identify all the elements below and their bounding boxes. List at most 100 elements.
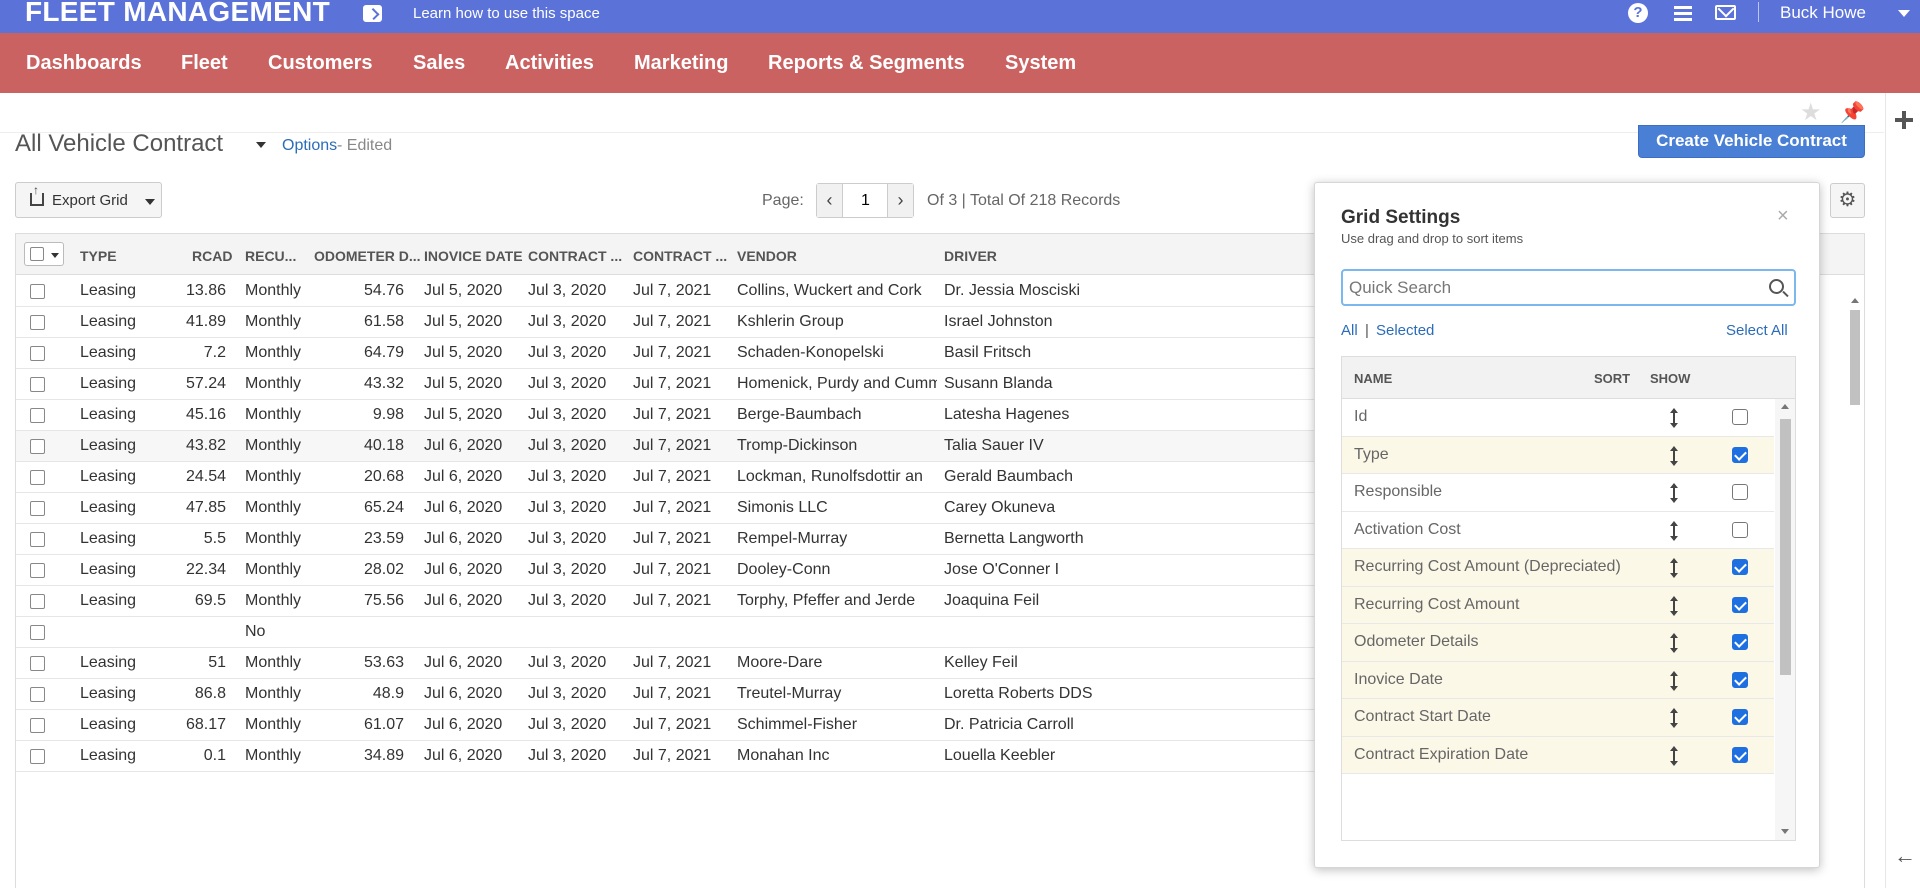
row-checkbox[interactable] <box>30 749 45 764</box>
options-link[interactable]: Options <box>282 137 337 155</box>
settings-column-item[interactable]: Odometer Details <box>1342 624 1774 662</box>
filter-all-link[interactable]: All <box>1341 322 1358 339</box>
nav-activities[interactable]: Activities <box>505 52 594 75</box>
settings-column-item[interactable]: Type <box>1342 436 1774 474</box>
pin-icon[interactable]: 📌 <box>1840 100 1865 125</box>
row-checkbox[interactable] <box>30 625 45 640</box>
external-link-icon[interactable] <box>363 5 382 22</box>
drag-sort-icon[interactable] <box>1667 483 1681 503</box>
back-arrow-icon[interactable]: ← <box>1894 843 1916 869</box>
settings-column-item[interactable]: Contract Expiration Date <box>1342 736 1774 774</box>
prev-page-button[interactable]: ‹ <box>817 184 843 217</box>
export-grid-button[interactable]: Export Grid <box>15 182 162 218</box>
mail-icon[interactable] <box>1715 5 1736 20</box>
row-checkbox[interactable] <box>30 377 45 392</box>
plus-icon[interactable] <box>1895 111 1913 129</box>
show-checkbox[interactable] <box>1732 634 1748 650</box>
table-row[interactable]: Leasing 5.5 Monthly 23.59 Jul 6, 2020 Jul 3, … <box>16 524 1316 555</box>
table-row[interactable]: No <box>16 617 1316 648</box>
settings-column-item[interactable]: Activation Cost <box>1342 512 1774 549</box>
user-menu[interactable]: Buck Howe <box>1780 3 1866 23</box>
grid-scrollbar[interactable] <box>1848 298 1862 888</box>
settings-column-item[interactable]: Responsible <box>1342 474 1774 512</box>
nav-sales[interactable]: Sales <box>413 52 465 75</box>
nav-reports-segments[interactable]: Reports & Segments <box>768 52 965 75</box>
table-row[interactable]: Leasing 22.34 Monthly 28.02 Jul 6, 2020 Jul 3… <box>16 555 1316 586</box>
show-checkbox[interactable] <box>1732 446 1748 463</box>
settings-column-item[interactable]: Contract Start Date <box>1342 699 1774 737</box>
filter-selected-link[interactable]: Selected <box>1376 322 1434 339</box>
settings-scrollbar[interactable] <box>1775 399 1795 840</box>
table-row[interactable]: Leasing 0.1 Monthly 34.89 Jul 6, 2020 Jul 3, … <box>16 741 1316 772</box>
row-checkbox[interactable] <box>30 346 45 361</box>
col-rcad[interactable]: RCAD <box>192 248 232 264</box>
table-row[interactable]: Leasing 13.86 Monthly 54.76 Jul 5, 2020 Jul 3… <box>16 276 1316 307</box>
nav-fleet[interactable]: Fleet <box>181 52 228 75</box>
nav-marketing[interactable]: Marketing <box>634 52 728 75</box>
settings-column-item[interactable]: Recurring Cost Amount <box>1342 586 1774 624</box>
show-checkbox[interactable] <box>1732 709 1748 725</box>
drag-sort-icon[interactable] <box>1667 408 1681 428</box>
table-row[interactable]: Leasing 24.54 Monthly 20.68 Jul 6, 2020 Jul 3… <box>16 462 1316 493</box>
show-checkbox[interactable] <box>1732 671 1748 688</box>
col-driver[interactable]: DRIVER <box>944 248 997 264</box>
show-checkbox[interactable] <box>1732 521 1748 538</box>
drag-sort-icon[interactable] <box>1667 595 1681 616</box>
drag-sort-icon[interactable] <box>1667 670 1681 691</box>
drag-sort-icon[interactable] <box>1667 445 1681 466</box>
settings-column-item[interactable]: Inovice Date <box>1342 661 1774 699</box>
col-recurring[interactable]: RECU... <box>245 248 296 264</box>
row-checkbox[interactable] <box>30 501 45 516</box>
table-row[interactable]: Leasing 51 Monthly 53.63 Jul 6, 2020 Jul 3, 2… <box>16 648 1316 679</box>
page-number-input[interactable] <box>844 184 887 217</box>
row-checkbox[interactable] <box>30 284 45 299</box>
drag-sort-icon[interactable] <box>1667 708 1681 728</box>
row-checkbox[interactable] <box>30 315 45 330</box>
nav-system[interactable]: System <box>1005 52 1076 75</box>
row-checkbox[interactable] <box>30 687 45 702</box>
col-vendor[interactable]: VENDOR <box>737 248 797 264</box>
show-checkbox[interactable] <box>1732 596 1748 613</box>
col-invoice-date[interactable]: INOVICE DATE <box>424 248 523 264</box>
table-row[interactable]: Leasing 45.16 Monthly 9.98 Jul 5, 2020 Jul 3,… <box>16 400 1316 431</box>
row-checkbox[interactable] <box>30 594 45 609</box>
nav-customers[interactable]: Customers <box>268 52 372 75</box>
show-checkbox[interactable] <box>1732 746 1748 763</box>
row-checkbox[interactable] <box>30 656 45 671</box>
row-checkbox[interactable] <box>30 439 45 454</box>
drag-sort-icon[interactable] <box>1667 745 1681 766</box>
settings-column-item[interactable]: Recurring Cost Amount (Depreciated) <box>1342 549 1774 587</box>
row-checkbox[interactable] <box>30 718 45 733</box>
row-checkbox[interactable] <box>30 470 45 485</box>
quick-search-input[interactable] <box>1349 275 1749 300</box>
col-contract-expiration[interactable]: CONTRACT ... <box>633 248 727 264</box>
create-vehicle-contract-button[interactable]: Create Vehicle Contract <box>1638 125 1865 158</box>
table-row[interactable]: Leasing 86.8 Monthly 48.9 Jul 6, 2020 Jul 3, … <box>16 679 1316 710</box>
app-brand[interactable]: FLEET MANAGEMENT <box>25 0 330 28</box>
gear-icon[interactable]: ⚙ <box>1830 183 1865 218</box>
select-all-link[interactable]: Select All <box>1726 322 1788 339</box>
page-title[interactable]: All Vehicle Contract <box>15 130 223 158</box>
select-all-checkbox[interactable] <box>24 242 64 266</box>
drag-sort-icon[interactable] <box>1667 558 1681 578</box>
table-row[interactable]: Leasing 41.89 Monthly 61.58 Jul 5, 2020 Jul 3… <box>16 307 1316 338</box>
drag-sort-icon[interactable] <box>1667 633 1681 653</box>
row-checkbox[interactable] <box>30 532 45 547</box>
close-icon[interactable]: × <box>1777 205 1789 228</box>
menu-icon[interactable] <box>1674 3 1694 23</box>
help-icon[interactable]: ? <box>1628 3 1648 23</box>
table-row[interactable]: Leasing 47.85 Monthly 65.24 Jul 6, 2020 Jul 3… <box>16 493 1316 524</box>
row-checkbox[interactable] <box>30 408 45 423</box>
col-contract-start[interactable]: CONTRACT ... <box>528 248 622 264</box>
table-row[interactable]: Leasing 68.17 Monthly 61.07 Jul 6, 2020 Jul 3… <box>16 710 1316 741</box>
row-checkbox[interactable] <box>30 563 45 578</box>
star-icon[interactable]: ★ <box>1800 98 1822 127</box>
col-type[interactable]: TYPE <box>80 248 117 264</box>
table-row[interactable]: Leasing 7.2 Monthly 64.79 Jul 5, 2020 Jul 3, … <box>16 338 1316 369</box>
user-menu-caret-icon[interactable] <box>1898 10 1910 17</box>
settings-column-item[interactable]: Id <box>1342 399 1774 437</box>
show-checkbox[interactable] <box>1732 559 1748 575</box>
table-row[interactable]: Leasing 69.5 Monthly 75.56 Jul 6, 2020 Jul 3,… <box>16 586 1316 617</box>
nav-dashboards[interactable]: Dashboards <box>26 52 142 75</box>
show-checkbox[interactable] <box>1732 409 1748 425</box>
